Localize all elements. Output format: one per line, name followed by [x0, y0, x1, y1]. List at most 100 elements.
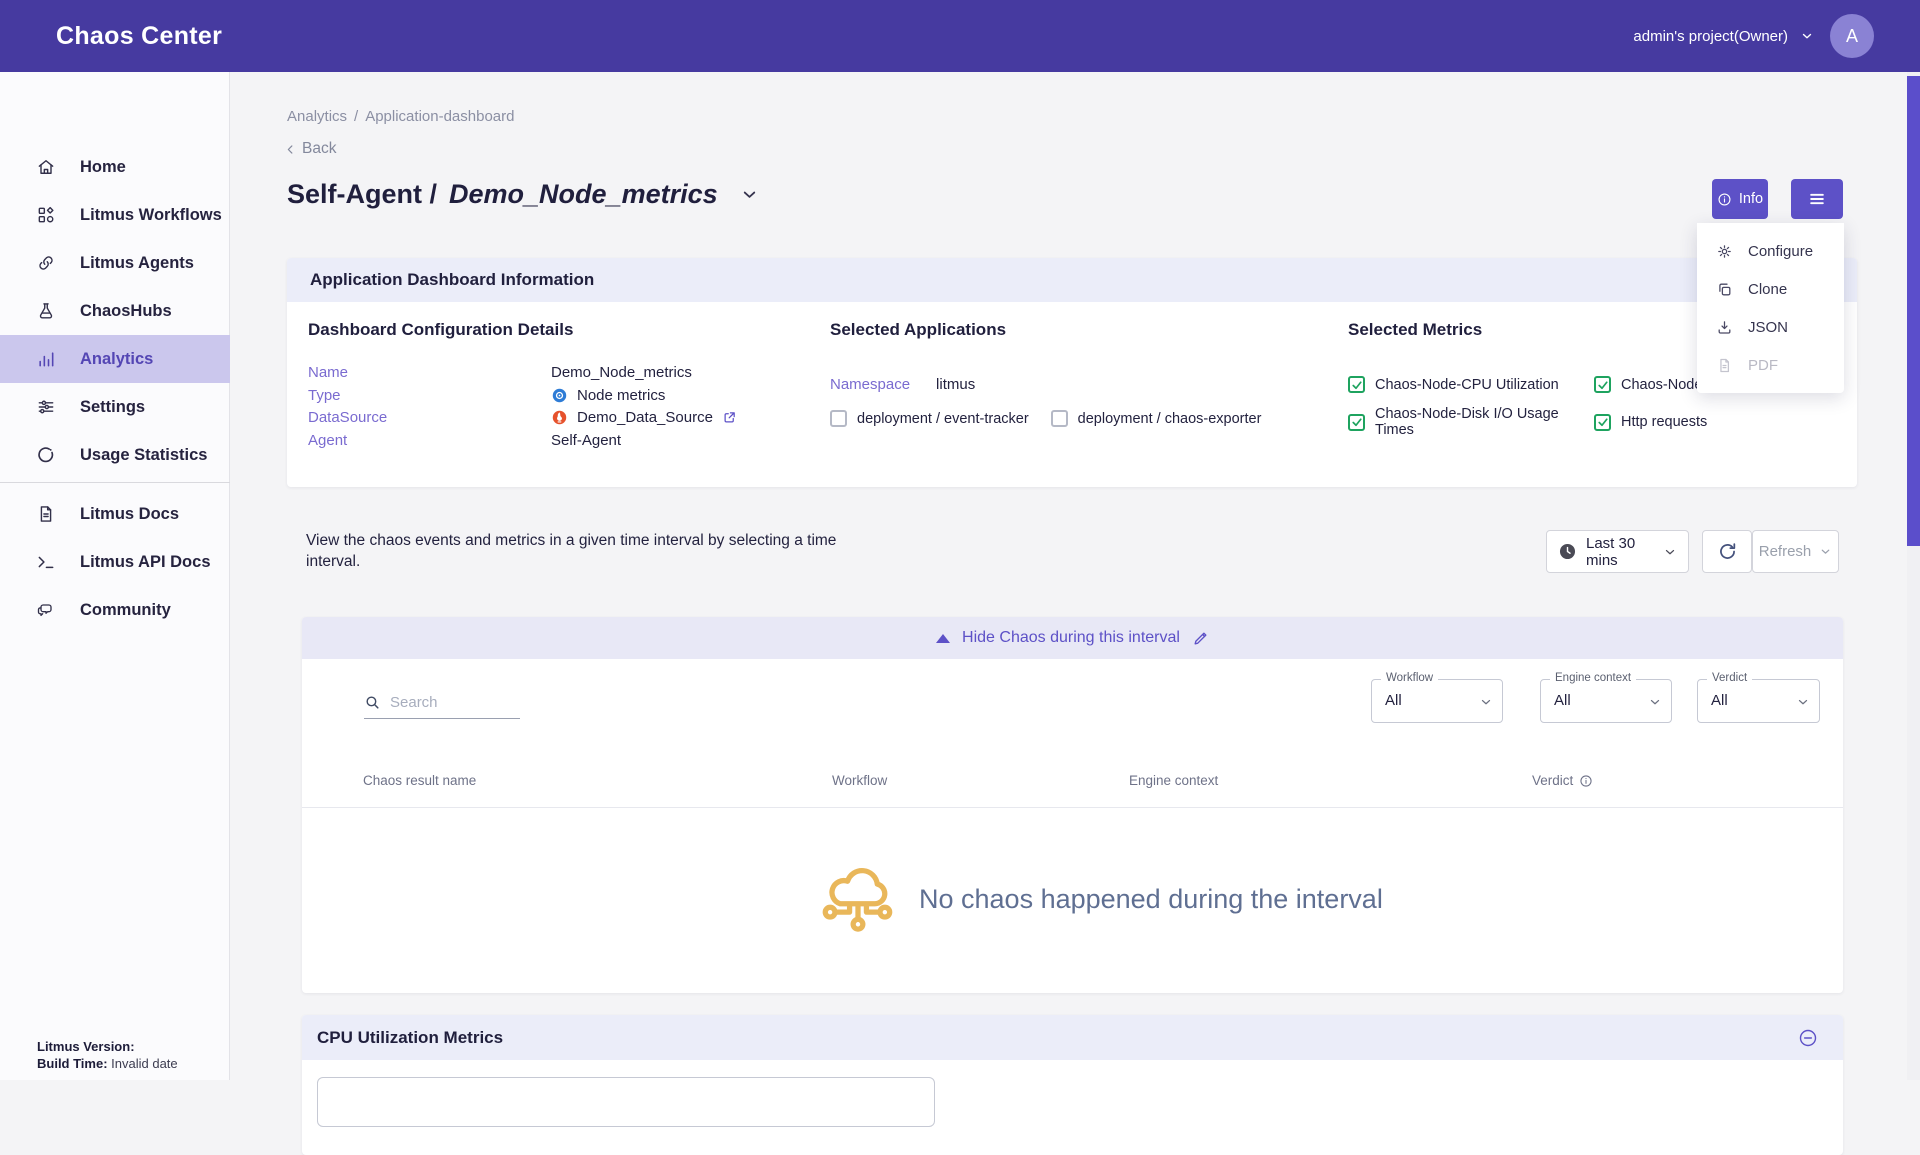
build-time-value: Invalid date [108, 1056, 178, 1071]
checkbox-cpu-utilization[interactable]: Chaos-Node-CPU Utilization [1348, 376, 1594, 393]
info-icon [1717, 192, 1732, 207]
pdf-file-icon [1716, 357, 1733, 374]
sidebar-divider [0, 482, 230, 483]
avatar[interactable]: A [1830, 14, 1874, 58]
table-header-divider [302, 807, 1843, 808]
namespace-row: Namespace litmus [830, 376, 975, 393]
sidebar-item-home[interactable]: Home [0, 143, 230, 191]
info-circle-icon[interactable] [1579, 774, 1593, 788]
app-title: Chaos Center [56, 22, 222, 51]
litmus-version-label: Litmus Version: [37, 1039, 135, 1054]
column-header-workflow: Workflow [832, 773, 887, 788]
verdict-filter-select[interactable]: Verdict All [1697, 679, 1820, 723]
checkbox-unchecked-icon[interactable] [1051, 410, 1068, 427]
sidebar-item-settings[interactable]: Settings [0, 383, 230, 431]
dashboard-menu-dropdown: Configure Clone JSON PDF [1697, 223, 1844, 393]
checkbox-disk-io-times[interactable]: Chaos-Node-Disk I/O Usage Times [1348, 406, 1594, 438]
time-range-value: Last 30 mins [1586, 535, 1654, 569]
chevron-down-icon [1479, 695, 1493, 709]
sidebar-item-litmus-api-docs[interactable]: Litmus API Docs [0, 538, 230, 586]
prometheus-icon [551, 409, 568, 426]
chevron-left-icon [284, 143, 297, 156]
checkbox-checked-icon[interactable] [1594, 414, 1611, 431]
time-range-select[interactable]: Last 30 mins [1546, 530, 1689, 573]
gear-icon [1716, 243, 1733, 260]
sidebar-item-analytics[interactable]: Analytics [0, 335, 230, 383]
home-icon [36, 157, 56, 177]
column-header-engine-context: Engine context [1129, 773, 1218, 788]
chevron-down-icon [1648, 695, 1662, 709]
clock-icon [1558, 542, 1577, 561]
project-selector-label: admin's project(Owner) [1633, 28, 1788, 45]
build-time-label: Build Time: [37, 1056, 108, 1071]
checkbox-checked-icon[interactable] [1594, 376, 1611, 393]
checkbox-chaos-exporter[interactable]: deployment / chaos-exporter [1051, 410, 1262, 427]
info-button[interactable]: Info [1712, 179, 1768, 219]
analytics-icon [36, 349, 56, 369]
type-value: Node metrics [551, 387, 737, 404]
scrollbar-track[interactable] [1907, 72, 1920, 1080]
sidebar-item-usage-statistics[interactable]: Usage Statistics [0, 431, 230, 479]
interval-description: View the chaos events and metrics in a g… [306, 530, 881, 572]
breadcrumb-analytics[interactable]: Analytics [287, 108, 347, 125]
column-header-verdict: Verdict [1532, 773, 1593, 788]
triangle-up-icon [936, 634, 950, 643]
sidebar: Home Litmus Workflows Litmus Agents Chao… [0, 72, 230, 1080]
pencil-icon[interactable] [1192, 630, 1209, 647]
title-chevron-down-icon[interactable] [740, 185, 759, 204]
back-button[interactable]: Back [284, 140, 336, 158]
datasource-value: Demo_Data_Source [551, 409, 737, 426]
column-header-chaos-result-name: Chaos result name [363, 773, 476, 788]
chaos-interval-card: Hide Chaos during this interval Workflow… [302, 617, 1843, 993]
cpu-metric-selector-box[interactable] [317, 1077, 935, 1127]
menu-item-json[interactable]: JSON [1697, 308, 1844, 346]
agent-label: Agent [308, 432, 551, 449]
sidebar-item-community[interactable]: Community [0, 586, 230, 634]
checkbox-checked-icon[interactable] [1348, 376, 1365, 393]
node-metrics-icon [551, 387, 568, 404]
refresh-icon [1717, 541, 1738, 562]
collapse-minus-icon[interactable] [1798, 1028, 1818, 1048]
sidebar-item-chaoshubs[interactable]: ChaosHubs [0, 287, 230, 335]
checkbox-event-tracker[interactable]: deployment / event-tracker [830, 410, 1029, 427]
config-details-title: Dashboard Configuration Details [308, 320, 573, 340]
settings-icon [36, 397, 56, 417]
breadcrumb: Analytics / Application-dashboard [287, 108, 514, 125]
sidebar-item-litmus-docs[interactable]: Litmus Docs [0, 490, 230, 538]
chevron-down-icon [1796, 695, 1810, 709]
menu-item-clone[interactable]: Clone [1697, 270, 1844, 308]
checkbox-checked-icon[interactable] [1348, 414, 1365, 431]
sidebar-item-litmus-workflows[interactable]: Litmus Workflows [0, 191, 230, 239]
menu-item-pdf[interactable]: PDF [1697, 346, 1844, 384]
cpu-card-header: CPU Utilization Metrics [302, 1015, 1843, 1060]
chaoshubs-icon [36, 301, 56, 321]
refresh-now-button[interactable] [1702, 530, 1752, 573]
menu-item-configure[interactable]: Configure [1697, 232, 1844, 270]
project-selector[interactable]: admin's project(Owner) [1633, 28, 1814, 45]
search-icon [364, 694, 381, 711]
external-link-icon[interactable] [722, 410, 737, 425]
search-input[interactable] [390, 694, 510, 711]
empty-message: No chaos happened during the interval [919, 884, 1383, 915]
chaos-search [364, 687, 520, 719]
dashboard-menu-button[interactable] [1791, 179, 1843, 219]
namespace-value: litmus [936, 376, 975, 393]
sidebar-item-litmus-agents[interactable]: Litmus Agents [0, 239, 230, 287]
usage-statistics-icon [36, 445, 56, 465]
workflow-filter-select[interactable]: Workflow All [1371, 679, 1503, 723]
workflows-icon [36, 205, 56, 225]
info-card-header: Application Dashboard Information [287, 258, 1857, 302]
chevron-down-icon [1800, 29, 1814, 43]
agents-icon [36, 253, 56, 273]
refresh-interval-select[interactable]: Refresh [1752, 530, 1839, 573]
checkbox-unchecked-icon[interactable] [830, 410, 847, 427]
datasource-label: DataSource [308, 409, 551, 426]
top-app-bar: Chaos Center admin's project(Owner) A [0, 0, 1920, 72]
scrollbar-thumb[interactable] [1907, 76, 1920, 546]
engine-context-filter-select[interactable]: Engine context All [1540, 679, 1672, 723]
checkbox-http-requests[interactable]: Http requests [1594, 406, 1837, 438]
application-checkboxes: deployment / event-tracker deployment / … [830, 410, 1261, 427]
hide-chaos-toggle[interactable]: Hide Chaos during this interval [302, 617, 1843, 659]
docs-icon [36, 504, 56, 524]
download-icon [1716, 319, 1733, 336]
